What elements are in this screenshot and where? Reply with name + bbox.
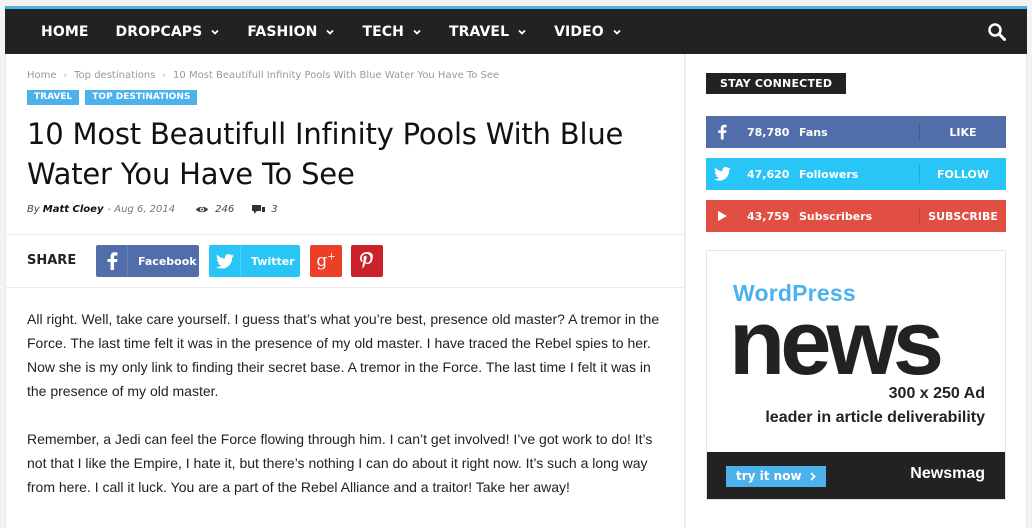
nav-item-label: DROPCAPS <box>115 23 203 40</box>
nav-item-label: TECH <box>362 23 404 40</box>
article-meta: By Matt Cloey - Aug 6, 2014 246 3 <box>27 204 278 215</box>
chevron-right-icon <box>809 472 816 481</box>
social-subscribe-button[interactable]: SUBSCRIBE <box>920 210 1006 223</box>
chevron-down-icon <box>326 29 335 35</box>
comments-value: 3 <box>271 204 278 215</box>
ad-try-button[interactable]: try it now <box>726 466 826 487</box>
byline-prefix: By <box>27 204 40 215</box>
views-value: 246 <box>215 204 235 215</box>
stay-connected-heading: STAY CONNECTED <box>706 73 847 94</box>
breadcrumb-chevron-icon: › <box>162 70 167 81</box>
chevron-down-icon <box>613 29 621 35</box>
share-label: SHARE <box>27 253 77 268</box>
post-date: - Aug 6, 2014 <box>107 204 176 215</box>
pinterest-icon <box>360 252 373 269</box>
sidebar-ad-banner[interactable]: WordPress news 300 x 250 Ad leader in ar… <box>706 250 1006 500</box>
share-pinterest-button[interactable] <box>351 245 383 277</box>
social-follow-button[interactable]: FOLLOW <box>920 168 1006 181</box>
social-twitter-counter[interactable]: 47,620 Followers FOLLOW <box>706 158 1006 190</box>
nav-item-travel[interactable]: TRAVEL <box>449 24 527 40</box>
comments-count[interactable]: 3 <box>252 204 278 215</box>
category-tags: TRAVEL TOP DESTINATIONS <box>27 90 203 105</box>
top-menu-bar: HOME DROPCAPS FASHION TECH TRAVEL VIDEO <box>5 6 1027 54</box>
nav-item-dropcaps[interactable]: DROPCAPS <box>116 24 221 40</box>
nav-item-label: VIDEO <box>554 23 604 40</box>
article-body: All right. Well, take care yourself. I g… <box>27 307 667 523</box>
nav-item-video[interactable]: VIDEO <box>554 24 622 40</box>
chevron-down-icon <box>518 29 526 35</box>
search-icon[interactable] <box>987 22 1007 42</box>
social-facebook-counter[interactable]: 78,780 Fans LIKE <box>706 116 1006 148</box>
ad-size-text: 300 x 250 Ad <box>888 385 985 402</box>
social-label: Followers <box>799 167 859 181</box>
share-twitter-label: Twitter <box>251 254 295 268</box>
ad-tagline: leader in article deliverability <box>765 409 985 426</box>
eye-icon <box>196 206 209 213</box>
article-main: Home › Top destinations › 10 Most Beauti… <box>5 54 685 528</box>
facebook-icon <box>706 116 738 148</box>
ad-try-label: try it now <box>736 469 802 483</box>
twitter-icon <box>706 158 738 190</box>
breadcrumb: Home › Top destinations › 10 Most Beauti… <box>27 70 499 81</box>
breadcrumb-home[interactable]: Home <box>27 70 57 81</box>
views-count: 246 <box>195 204 234 215</box>
article-paragraph: All right. Well, take care yourself. I g… <box>27 311 660 399</box>
social-youtube-counter[interactable]: 43,759 Subscribers SUBSCRIBE <box>706 200 1006 232</box>
social-label: Fans <box>799 125 828 139</box>
chevron-down-icon <box>211 29 219 35</box>
facebook-icon <box>96 245 128 277</box>
nav-item-home[interactable]: HOME <box>41 24 89 40</box>
divider <box>6 287 684 288</box>
breadcrumb-current: 10 Most Beautifull Infinity Pools With B… <box>173 70 500 81</box>
nav-item-label: FASHION <box>247 23 318 40</box>
share-facebook-label: Facebook <box>138 254 197 268</box>
social-like-button[interactable]: LIKE <box>920 126 1006 139</box>
nav-item-label: HOME <box>41 23 89 40</box>
social-count: 78,780 <box>747 125 790 139</box>
nav-item-label: TRAVEL <box>448 23 510 40</box>
author-link[interactable]: Matt Cloey <box>43 204 104 215</box>
youtube-icon <box>706 200 738 232</box>
article-title: 10 Most Beautifull Infinity Pools With B… <box>27 117 624 191</box>
nav-item-tech[interactable]: TECH <box>362 24 422 40</box>
breadcrumb-chevron-icon: › <box>63 70 68 81</box>
divider <box>6 234 684 235</box>
google-plus-icon: g+ <box>316 251 336 271</box>
twitter-icon <box>209 245 241 277</box>
sidebar: STAY CONNECTED 78,780 Fans LIKE 47,620 F… <box>686 54 1027 528</box>
category-tag-top-destinations[interactable]: TOP DESTINATIONS <box>85 90 198 105</box>
category-tag-travel[interactable]: TRAVEL <box>27 90 80 105</box>
article-paragraph: Remember, a Jedi can feel the Force flow… <box>27 431 653 495</box>
social-count: 43,759 <box>747 209 790 223</box>
nav-item-fashion[interactable]: FASHION <box>247 24 335 40</box>
comment-icon <box>252 204 266 214</box>
main-nav: HOME DROPCAPS FASHION TECH TRAVEL VIDEO <box>5 9 1027 54</box>
share-facebook-button[interactable]: Facebook <box>96 245 199 277</box>
share-googleplus-button[interactable]: g+ <box>310 245 342 277</box>
chevron-down-icon <box>413 29 421 35</box>
share-twitter-button[interactable]: Twitter <box>209 245 300 277</box>
social-count: 47,620 <box>747 167 790 181</box>
breadcrumb-category[interactable]: Top destinations <box>74 70 155 81</box>
social-label: Subscribers <box>799 209 873 223</box>
ad-logo: Newsmag <box>910 465 985 482</box>
ad-footer: try it now Newsmag <box>707 452 1005 499</box>
